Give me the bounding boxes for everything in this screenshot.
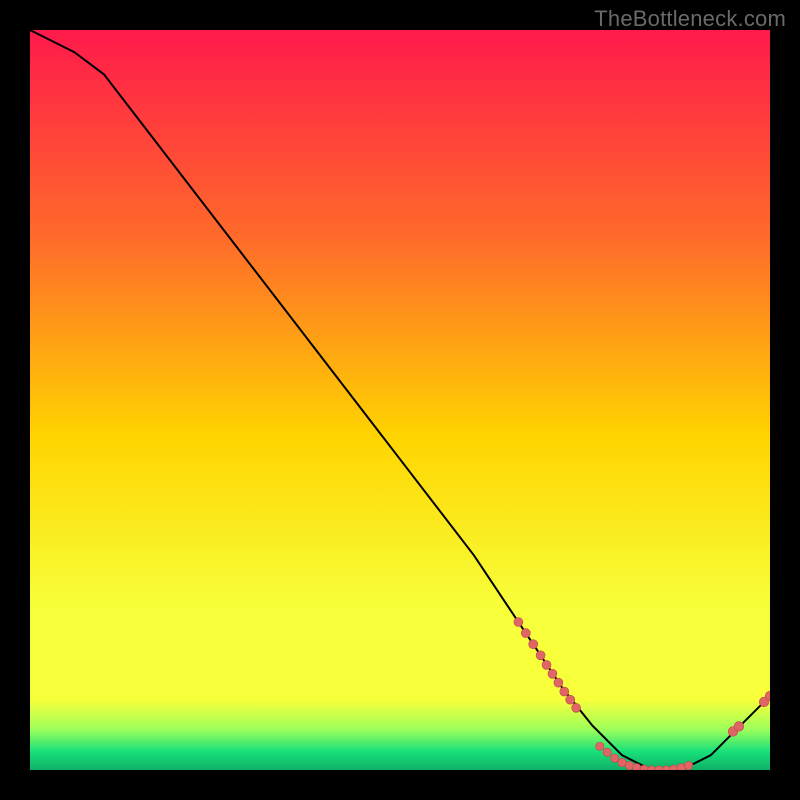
data-point <box>536 651 545 660</box>
data-point <box>566 695 575 704</box>
watermark-text: TheBottleneck.com <box>594 6 786 32</box>
plot-area <box>30 30 770 770</box>
data-point <box>529 640 538 649</box>
data-point <box>554 678 563 687</box>
data-point <box>572 703 581 712</box>
data-point <box>542 660 551 669</box>
data-point <box>560 687 569 696</box>
chart-stage: TheBottleneck.com <box>0 0 800 800</box>
chart-svg <box>30 30 770 770</box>
data-point <box>625 761 633 769</box>
data-point <box>677 764 685 770</box>
data-point <box>610 754 618 762</box>
data-point <box>734 722 744 732</box>
data-point <box>521 629 530 638</box>
data-point <box>548 669 557 678</box>
data-point <box>596 742 604 750</box>
gradient-background <box>30 30 770 770</box>
data-point <box>684 761 692 769</box>
data-point <box>514 618 523 627</box>
data-point <box>603 748 611 756</box>
